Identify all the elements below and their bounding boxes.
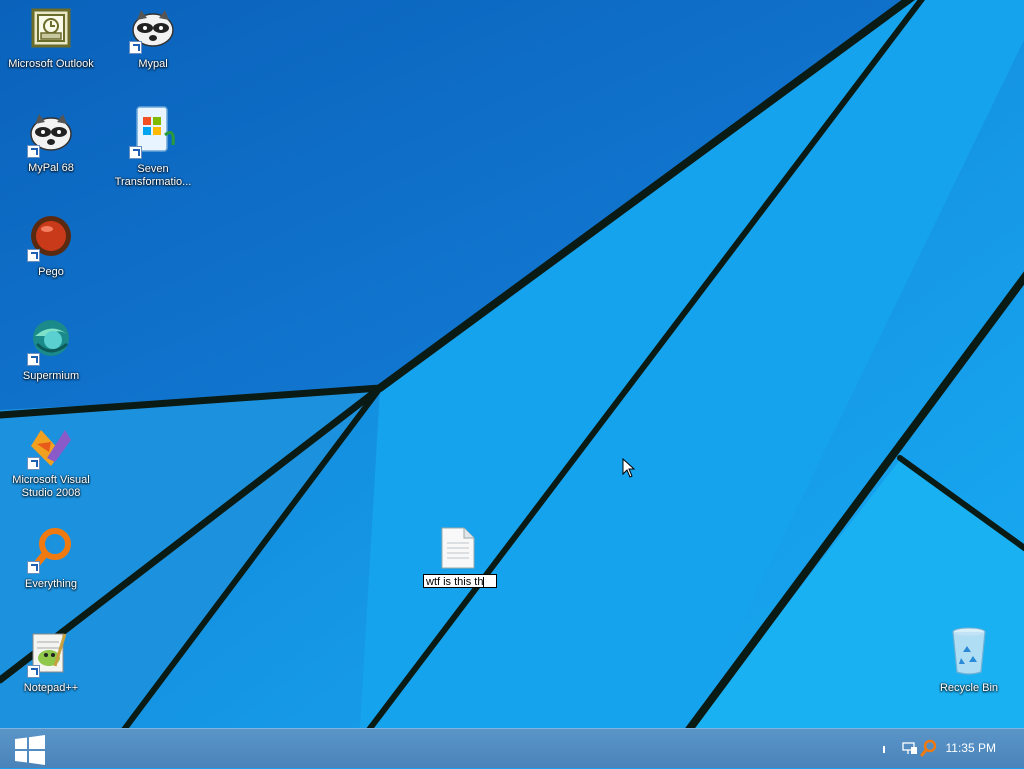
taskbar: 11:35 PM	[0, 728, 1024, 768]
desktop-icon-everything[interactable]: Everything	[1, 526, 101, 591]
desktop-icon-label: Recycle Bin	[939, 682, 999, 694]
shortcut-arrow-icon	[27, 561, 40, 574]
shortcut-arrow-icon	[27, 665, 40, 678]
system-tray	[880, 729, 940, 769]
windows-start-icon	[15, 735, 45, 765]
shortcut-arrow-icon	[129, 41, 142, 54]
windows-logo-icon	[129, 105, 177, 159]
magnifier-icon	[27, 526, 75, 574]
supermium-icon	[27, 318, 75, 366]
notepad-plus-plus-icon	[27, 630, 75, 678]
desktop-icon-label: Everything	[25, 578, 77, 590]
visual-studio-icon	[27, 422, 75, 470]
desktop-icon-label: MyPal 68	[28, 162, 74, 174]
desktop-icon-supermium[interactable]: Supermium	[1, 318, 101, 383]
desktop-icon-seven-transformation[interactable]: Seven Transformatio...	[103, 105, 203, 189]
shortcut-arrow-icon	[27, 457, 40, 470]
desktop-icon-pego[interactable]: Pego	[1, 214, 101, 279]
desktop-icon-label: Microsoft Visual Studio 2008	[12, 474, 90, 499]
new-text-file[interactable]	[440, 527, 480, 571]
desktop-icon-microsoft-outlook[interactable]: Microsoft Outlook	[1, 6, 101, 71]
desktop-icon-mypal[interactable]: Mypal	[103, 6, 203, 71]
desktop-icon-mypal-68[interactable]: MyPal 68	[1, 110, 101, 175]
everything-tray-icon[interactable]	[920, 739, 936, 757]
shortcut-arrow-icon	[27, 353, 40, 366]
text-caret	[483, 576, 485, 587]
desktop-icon-label: Pego	[38, 266, 64, 278]
network-icon[interactable]	[902, 740, 918, 756]
raccoon-icon	[129, 6, 177, 54]
clock[interactable]: 11:35 PM	[946, 741, 996, 755]
desktop-icon-visual-studio-2008[interactable]: Microsoft Visual Studio 2008	[1, 422, 101, 500]
shortcut-arrow-icon	[27, 145, 40, 158]
desktop-icon-label: Notepad++	[23, 682, 79, 694]
red-orb-icon	[27, 214, 75, 262]
shortcut-arrow-icon	[27, 249, 40, 262]
desktop-icon-label: Microsoft Outlook	[8, 58, 94, 70]
rename-text: wtf is this th	[426, 576, 484, 588]
raccoon-icon	[27, 110, 75, 158]
desktop-icon-notepad-plus-plus[interactable]: Notepad++	[1, 630, 101, 695]
desktop-icon-label: Seven Transformatio...	[114, 163, 192, 188]
tray-overflow-icon[interactable]	[883, 746, 885, 753]
start-button[interactable]	[0, 729, 60, 769]
desktop-icon-label: Mypal	[138, 58, 168, 70]
desktop-icon-label: Supermium	[22, 370, 80, 382]
recycle-bin-icon	[945, 626, 993, 678]
desktop-icon-recycle-bin[interactable]: Recycle Bin	[919, 626, 1019, 695]
shortcut-arrow-icon	[129, 146, 142, 159]
mouse-cursor-icon	[622, 458, 636, 478]
text-document-icon	[441, 527, 475, 569]
file-rename-input[interactable]: wtf is this th	[423, 574, 497, 588]
outlook-icon	[27, 6, 75, 54]
